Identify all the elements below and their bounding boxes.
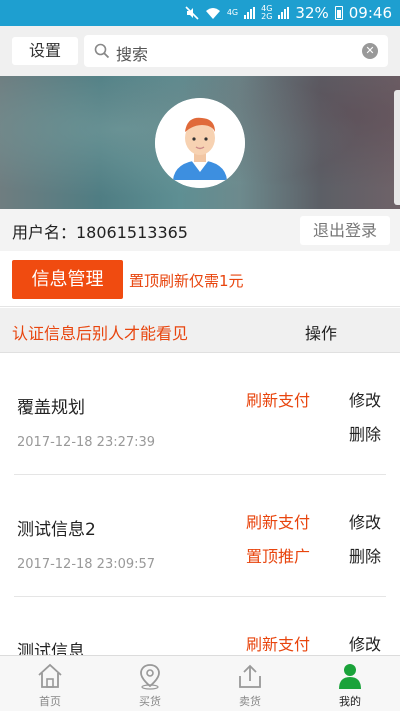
username-label: 用户名：18061513365 — [12, 223, 188, 242]
upload-icon — [239, 664, 261, 688]
avatar[interactable] — [155, 98, 245, 188]
list-item: 覆盖规划 2017-12-18 23:27:39 刷新支付 修改 删除 — [0, 353, 400, 475]
top-bar: 设置 搜索 ✕ — [0, 26, 400, 76]
item-date: 2017-12-18 23:27:39 — [17, 435, 156, 450]
signal-a-icon — [244, 7, 256, 19]
refresh-pay-button[interactable]: 刷新支付 — [246, 387, 310, 411]
signal-b-icon — [278, 7, 290, 19]
delete-button[interactable]: 删除 — [349, 421, 381, 445]
logout-button[interactable]: 退出登录 — [300, 216, 390, 245]
nav-buy[interactable]: 买货 — [100, 656, 200, 711]
search-input[interactable]: 搜索 ✕ — [84, 35, 388, 67]
network-b: 4G 2G — [261, 5, 272, 21]
verification-hint: 认证信息后别人才能看见 — [12, 324, 189, 343]
home-icon — [38, 663, 62, 688]
list-item: 测试信息 刷新支付 修改 — [0, 597, 400, 655]
nav-buy-label: 买货 — [139, 695, 161, 708]
network-b-sub-label: 2G — [261, 12, 273, 21]
side-edge-handle[interactable] — [394, 90, 400, 205]
item-title: 测试信息 — [17, 642, 85, 655]
nav-sell[interactable]: 卖货 — [200, 656, 300, 711]
status-bar: 4G 4G 2G 32% 09:46 — [0, 0, 400, 26]
user-icon — [339, 664, 361, 689]
list-header: 认证信息后别人才能看见 操作 — [0, 308, 400, 353]
user-row: 用户名：18061513365 退出登录 — [0, 209, 400, 251]
nav-mine-label: 我的 — [339, 695, 361, 708]
bottom-nav: 首页 买货 卖货 我的 — [0, 655, 400, 711]
wifi-icon — [205, 8, 220, 19]
list-item: 测试信息2 2017-12-18 23:09:57 刷新支付 置顶推广 修改 删… — [0, 475, 400, 597]
network-a: 4G — [227, 9, 238, 17]
battery-percent: 32% — [295, 4, 329, 22]
battery-icon — [334, 6, 343, 20]
info-management-row: 信息管理 置顶刷新仅需1元 — [0, 251, 400, 307]
delete-button[interactable]: 删除 — [349, 543, 381, 567]
clear-icon[interactable]: ✕ — [362, 43, 378, 59]
pin-promote-button[interactable]: 置顶推广 — [246, 543, 310, 567]
item-title: 测试信息2 — [17, 520, 96, 540]
edit-button[interactable]: 修改 — [349, 387, 381, 411]
network-a-label: 4G — [226, 8, 239, 17]
location-pin-icon — [140, 664, 160, 690]
profile-banner — [0, 76, 400, 209]
avatar-illustration — [155, 98, 245, 188]
search-icon — [94, 43, 110, 59]
settings-button[interactable]: 设置 — [12, 37, 78, 65]
nav-home[interactable]: 首页 — [0, 656, 100, 711]
nav-mine[interactable]: 我的 — [300, 656, 400, 711]
refresh-pay-button[interactable]: 刷新支付 — [246, 631, 310, 655]
mute-icon — [185, 6, 199, 20]
refresh-pay-button[interactable]: 刷新支付 — [246, 509, 310, 533]
edit-button[interactable]: 修改 — [349, 509, 381, 533]
nav-sell-label: 卖货 — [239, 695, 261, 708]
edit-button[interactable]: 修改 — [349, 631, 381, 655]
item-title: 覆盖规划 — [17, 398, 85, 418]
promo-text: 置顶刷新仅需1元 — [129, 272, 244, 290]
search-placeholder: 搜索 — [116, 45, 149, 64]
info-management-button[interactable]: 信息管理 — [12, 260, 123, 299]
status-icons: 4G 4G 2G 32% 09:46 — [185, 3, 392, 23]
nav-home-label: 首页 — [39, 695, 61, 708]
posts-list: 覆盖规划 2017-12-18 23:27:39 刷新支付 修改 删除 测试信息… — [0, 353, 400, 655]
item-date: 2017-12-18 23:09:57 — [17, 557, 156, 572]
operations-header: 操作 — [305, 324, 338, 343]
clock: 09:46 — [348, 4, 392, 22]
